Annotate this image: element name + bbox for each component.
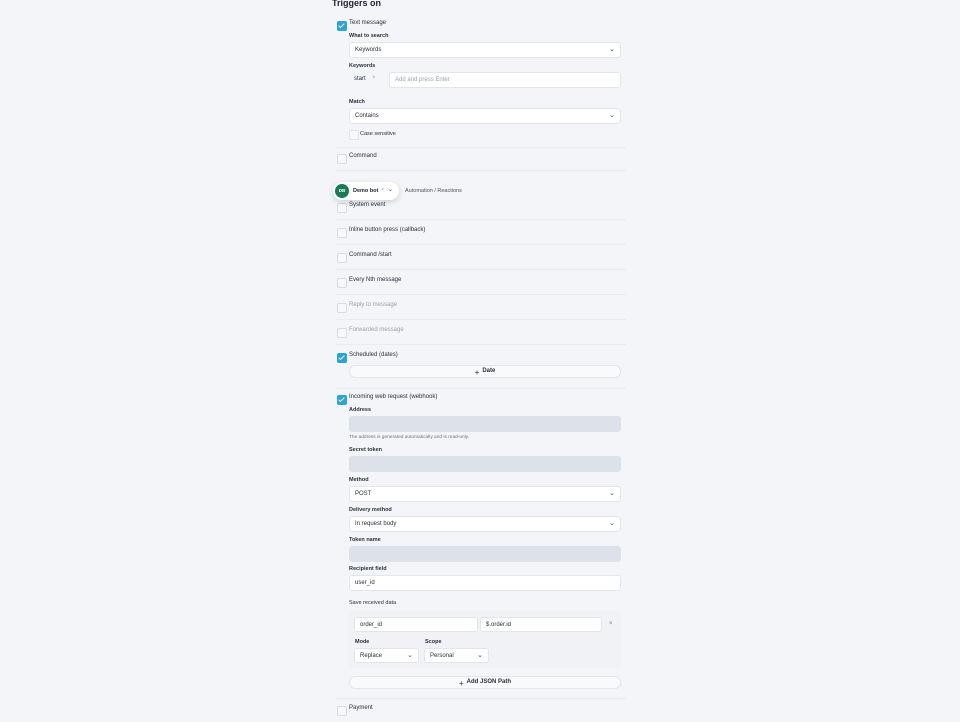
trigger-system-event[interactable]: System event	[336, 197, 626, 220]
variable-name-input[interactable]: order_id	[354, 617, 478, 632]
close-icon[interactable]: ×	[609, 621, 613, 627]
system-event-label: System event	[349, 202, 386, 208]
add-json-path-label: Add JSON Path	[466, 679, 511, 685]
scope-select[interactable]: Personal ⌄	[424, 648, 489, 663]
keyword-tag[interactable]: start ×	[349, 72, 385, 87]
token-name-field	[349, 546, 621, 562]
trigger-command-start[interactable]: Command /start	[336, 247, 626, 270]
recipient-field-input[interactable]: user_id	[349, 575, 621, 591]
chevron-down-icon: ⌄	[609, 112, 615, 119]
scheduled-label: Scheduled (dates)	[349, 352, 398, 358]
webhook-label: Incoming web request (webhook)	[349, 394, 438, 400]
address-label: Address	[349, 407, 372, 413]
payment-checkbox[interactable]	[337, 706, 347, 716]
text-message-checkbox[interactable]	[337, 21, 347, 31]
breadcrumb: Automation / Reactions	[405, 188, 462, 194]
mode-label: Mode	[355, 639, 370, 645]
plus-icon: +	[474, 368, 480, 377]
keywords-input[interactable]: Add and press Enter	[389, 72, 621, 88]
system-event-checkbox[interactable]	[337, 203, 347, 213]
what-to-search-label: What to search	[349, 33, 389, 39]
chevron-down-icon: ⌄	[609, 490, 615, 497]
json-path-value: $.order.id	[486, 622, 512, 628]
add-date-button[interactable]: + Date	[349, 365, 621, 378]
mode-select[interactable]: Replace ⌄	[354, 648, 419, 663]
add-date-label: Date	[482, 368, 496, 374]
match-label: Match	[349, 99, 365, 105]
reply-to-checkbox[interactable]	[337, 303, 347, 313]
what-to-search-select[interactable]: Keywords ⌄	[349, 42, 621, 58]
json-path-input[interactable]: $.order.id	[480, 617, 602, 632]
close-icon[interactable]: ×	[381, 187, 384, 193]
divider	[336, 698, 626, 699]
scheduled-checkbox[interactable]	[337, 353, 347, 363]
triggers-panel: Triggers on Text message What to search …	[332, 0, 628, 720]
trigger-command[interactable]: Command	[336, 147, 626, 171]
delivery-method-select[interactable]: In request body ⌄	[349, 516, 621, 532]
keyword-tag-text: start	[354, 76, 366, 82]
token-name-label: Token name	[349, 537, 381, 543]
chevron-down-icon: ⌄	[477, 652, 483, 659]
command-checkbox[interactable]	[337, 154, 347, 164]
save-received-data-label: Save received data	[349, 600, 397, 606]
delivery-method-value: In request body	[355, 521, 397, 527]
plus-icon: +	[458, 679, 464, 688]
keywords-placeholder: Add and press Enter	[395, 77, 450, 83]
trigger-payment[interactable]: Payment	[336, 700, 626, 722]
trigger-forwarded[interactable]: Forwarded message	[336, 322, 626, 345]
case-sensitive-checkbox[interactable]	[349, 130, 359, 140]
delivery-method-label: Delivery method	[349, 507, 392, 513]
text-message-label: Text message	[349, 20, 387, 26]
chevron-down-icon: ⌄	[407, 652, 413, 659]
scope-label: Scope	[425, 639, 442, 645]
webhook-checkbox[interactable]	[337, 395, 347, 405]
inline-button-label: Inline button press (callback)	[349, 227, 426, 233]
what-to-search-value: Keywords	[355, 47, 382, 53]
chevron-down-icon: ⌄	[609, 46, 615, 53]
payment-label: Payment	[349, 705, 373, 711]
add-json-path-button[interactable]: + Add JSON Path	[349, 676, 621, 689]
forwarded-checkbox[interactable]	[337, 328, 347, 338]
recipient-field-label: Recipient field	[349, 566, 387, 572]
command-start-label: Command /start	[349, 252, 392, 258]
match-value: Contains	[355, 113, 379, 119]
bot-name: Demo bot	[353, 187, 379, 194]
keywords-label: Keywords	[349, 63, 376, 69]
address-hint: The address is generated automatically a…	[349, 435, 470, 440]
reply-to-label: Reply to message	[349, 302, 398, 308]
recipient-field-value: user_id	[355, 580, 375, 586]
forwarded-label: Forwarded message	[349, 327, 404, 333]
inline-button-checkbox[interactable]	[337, 228, 347, 238]
command-label: Command	[349, 153, 377, 159]
bot-avatar: DB	[335, 184, 349, 198]
variable-name-value: order_id	[360, 622, 383, 628]
trigger-inline-button[interactable]: Inline button press (callback)	[336, 222, 626, 245]
method-label: Method	[349, 477, 369, 483]
section-title: Triggers on	[332, 0, 382, 8]
trigger-every-nth[interactable]: Every Nth message	[336, 272, 626, 295]
match-select[interactable]: Contains ⌄	[349, 108, 621, 124]
trigger-webhook[interactable]: Incoming web request (webhook)	[336, 389, 626, 411]
secret-token-label: Secret token	[349, 447, 383, 453]
secret-token-field	[349, 456, 621, 472]
chevron-down-icon[interactable]: ⌄	[388, 186, 393, 193]
close-icon[interactable]: ×	[372, 75, 376, 81]
address-field	[349, 416, 621, 432]
command-start-checkbox[interactable]	[337, 253, 347, 263]
every-nth-checkbox[interactable]	[337, 278, 347, 288]
mode-value: Replace	[360, 653, 383, 659]
trigger-reply-to[interactable]: Reply to message	[336, 297, 626, 320]
chevron-down-icon: ⌄	[609, 520, 615, 527]
bot-selector[interactable]: DB Demo bot × ⌄	[333, 182, 399, 200]
method-value: POST	[355, 491, 372, 497]
method-select[interactable]: POST ⌄	[349, 486, 621, 502]
every-nth-label: Every Nth message	[349, 277, 402, 283]
case-sensitive-label: Case sensitive	[360, 131, 396, 137]
scope-value: Personal	[430, 653, 454, 659]
